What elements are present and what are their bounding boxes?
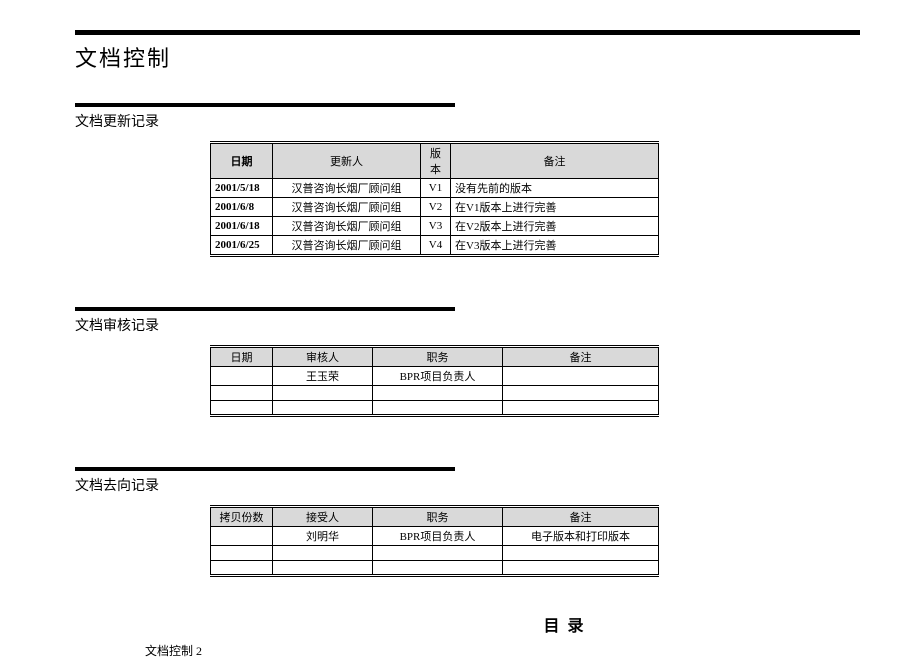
cell-remark — [503, 386, 659, 401]
cell-remark: 在V2版本上进行完善 — [451, 217, 659, 236]
cell-date — [211, 386, 273, 401]
toc-title: 目录 — [275, 612, 860, 636]
cell-version: V1 — [421, 179, 451, 198]
table-row: 2001/6/8汉普咨询长烟厂顾问组V2在V1版本上进行完善 — [211, 198, 659, 217]
table-row: 王玉荣BPR项目负责人 — [211, 367, 659, 386]
table-row — [211, 386, 659, 401]
cell-remark: 没有先前的版本 — [451, 179, 659, 198]
cell-reviewer — [273, 401, 373, 416]
section-rule — [75, 467, 455, 471]
cell-date — [211, 401, 273, 416]
cell-date: 2001/5/18 — [211, 179, 273, 198]
cell-updater: 汉普咨询长烟厂顾问组 — [273, 236, 421, 256]
section-title-dest: 文档去向记录 — [75, 475, 860, 495]
col-date: 日期 — [211, 143, 273, 179]
cell-role: BPR项目负责人 — [373, 367, 503, 386]
page-title: 文档控制 — [75, 41, 860, 73]
section-title-review: 文档审核记录 — [75, 315, 860, 335]
cell-reviewer: 王玉荣 — [273, 367, 373, 386]
col-date: 日期 — [211, 347, 273, 367]
cell-remark: 在V1版本上进行完善 — [451, 198, 659, 217]
cell-receiver — [273, 561, 373, 576]
table-row: 2001/6/25汉普咨询长烟厂顾问组V4在V3版本上进行完善 — [211, 236, 659, 256]
cell-role — [373, 561, 503, 576]
col-role: 职务 — [373, 347, 503, 367]
cell-remark: 电子版本和打印版本 — [503, 527, 659, 546]
table-header-row: 日期 审核人 职务 备注 — [211, 347, 659, 367]
section-update-log: 文档更新记录 日期 更新人 版本 备注 2001/5/18汉普咨询长烟厂顾问组V… — [75, 103, 860, 257]
section-title-update: 文档更新记录 — [75, 111, 860, 131]
update-table: 日期 更新人 版本 备注 2001/5/18汉普咨询长烟厂顾问组V1没有先前的版… — [210, 141, 659, 257]
table-header-row: 拷贝份数 接受人 职务 备注 — [211, 507, 659, 527]
cell-remark — [503, 401, 659, 416]
cell-reviewer — [273, 386, 373, 401]
col-receiver: 接受人 — [273, 507, 373, 527]
cell-date: 2001/6/18 — [211, 217, 273, 236]
section-dest-log: 文档去向记录 拷贝份数 接受人 职务 备注 刘明华BPR项目负责人电子版本和打印… — [75, 467, 860, 577]
table-header-row: 日期 更新人 版本 备注 — [211, 143, 659, 179]
col-remark: 备注 — [503, 507, 659, 527]
review-table: 日期 审核人 职务 备注 王玉荣BPR项目负责人 — [210, 345, 659, 417]
col-remark: 备注 — [503, 347, 659, 367]
cell-remark — [503, 367, 659, 386]
cell-version: V2 — [421, 198, 451, 217]
cell-role: BPR项目负责人 — [373, 527, 503, 546]
cell-copies — [211, 561, 273, 576]
cell-remark — [503, 561, 659, 576]
col-version: 版本 — [421, 143, 451, 179]
cell-role — [373, 401, 503, 416]
col-remark: 备注 — [451, 143, 659, 179]
cell-copies — [211, 546, 273, 561]
top-rule — [75, 30, 860, 35]
section-review-log: 文档审核记录 日期 审核人 职务 备注 王玉荣BPR项目负责人 — [75, 307, 860, 417]
cell-version: V3 — [421, 217, 451, 236]
col-reviewer: 审核人 — [273, 347, 373, 367]
cell-date: 2001/6/8 — [211, 198, 273, 217]
section-rule — [75, 307, 455, 311]
col-copies: 拷贝份数 — [211, 507, 273, 527]
cell-updater: 汉普咨询长烟厂顾问组 — [273, 198, 421, 217]
cell-date — [211, 367, 273, 386]
cell-remark — [503, 546, 659, 561]
table-row: 2001/6/18汉普咨询长烟厂顾问组V3在V2版本上进行完善 — [211, 217, 659, 236]
cell-receiver: 刘明华 — [273, 527, 373, 546]
cell-updater: 汉普咨询长烟厂顾问组 — [273, 217, 421, 236]
col-role: 职务 — [373, 507, 503, 527]
dest-table: 拷贝份数 接受人 职务 备注 刘明华BPR项目负责人电子版本和打印版本 — [210, 505, 659, 577]
cell-updater: 汉普咨询长烟厂顾问组 — [273, 179, 421, 198]
col-updater: 更新人 — [273, 143, 421, 179]
table-row — [211, 401, 659, 416]
cell-receiver — [273, 546, 373, 561]
table-row — [211, 546, 659, 561]
section-rule — [75, 103, 455, 107]
cell-copies — [211, 527, 273, 546]
table-row — [211, 561, 659, 576]
cell-role — [373, 386, 503, 401]
cell-date: 2001/6/25 — [211, 236, 273, 256]
cell-role — [373, 546, 503, 561]
table-row: 2001/5/18汉普咨询长烟厂顾问组V1没有先前的版本 — [211, 179, 659, 198]
cell-version: V4 — [421, 236, 451, 256]
cell-remark: 在V3版本上进行完善 — [451, 236, 659, 256]
table-row: 刘明华BPR项目负责人电子版本和打印版本 — [211, 527, 659, 546]
